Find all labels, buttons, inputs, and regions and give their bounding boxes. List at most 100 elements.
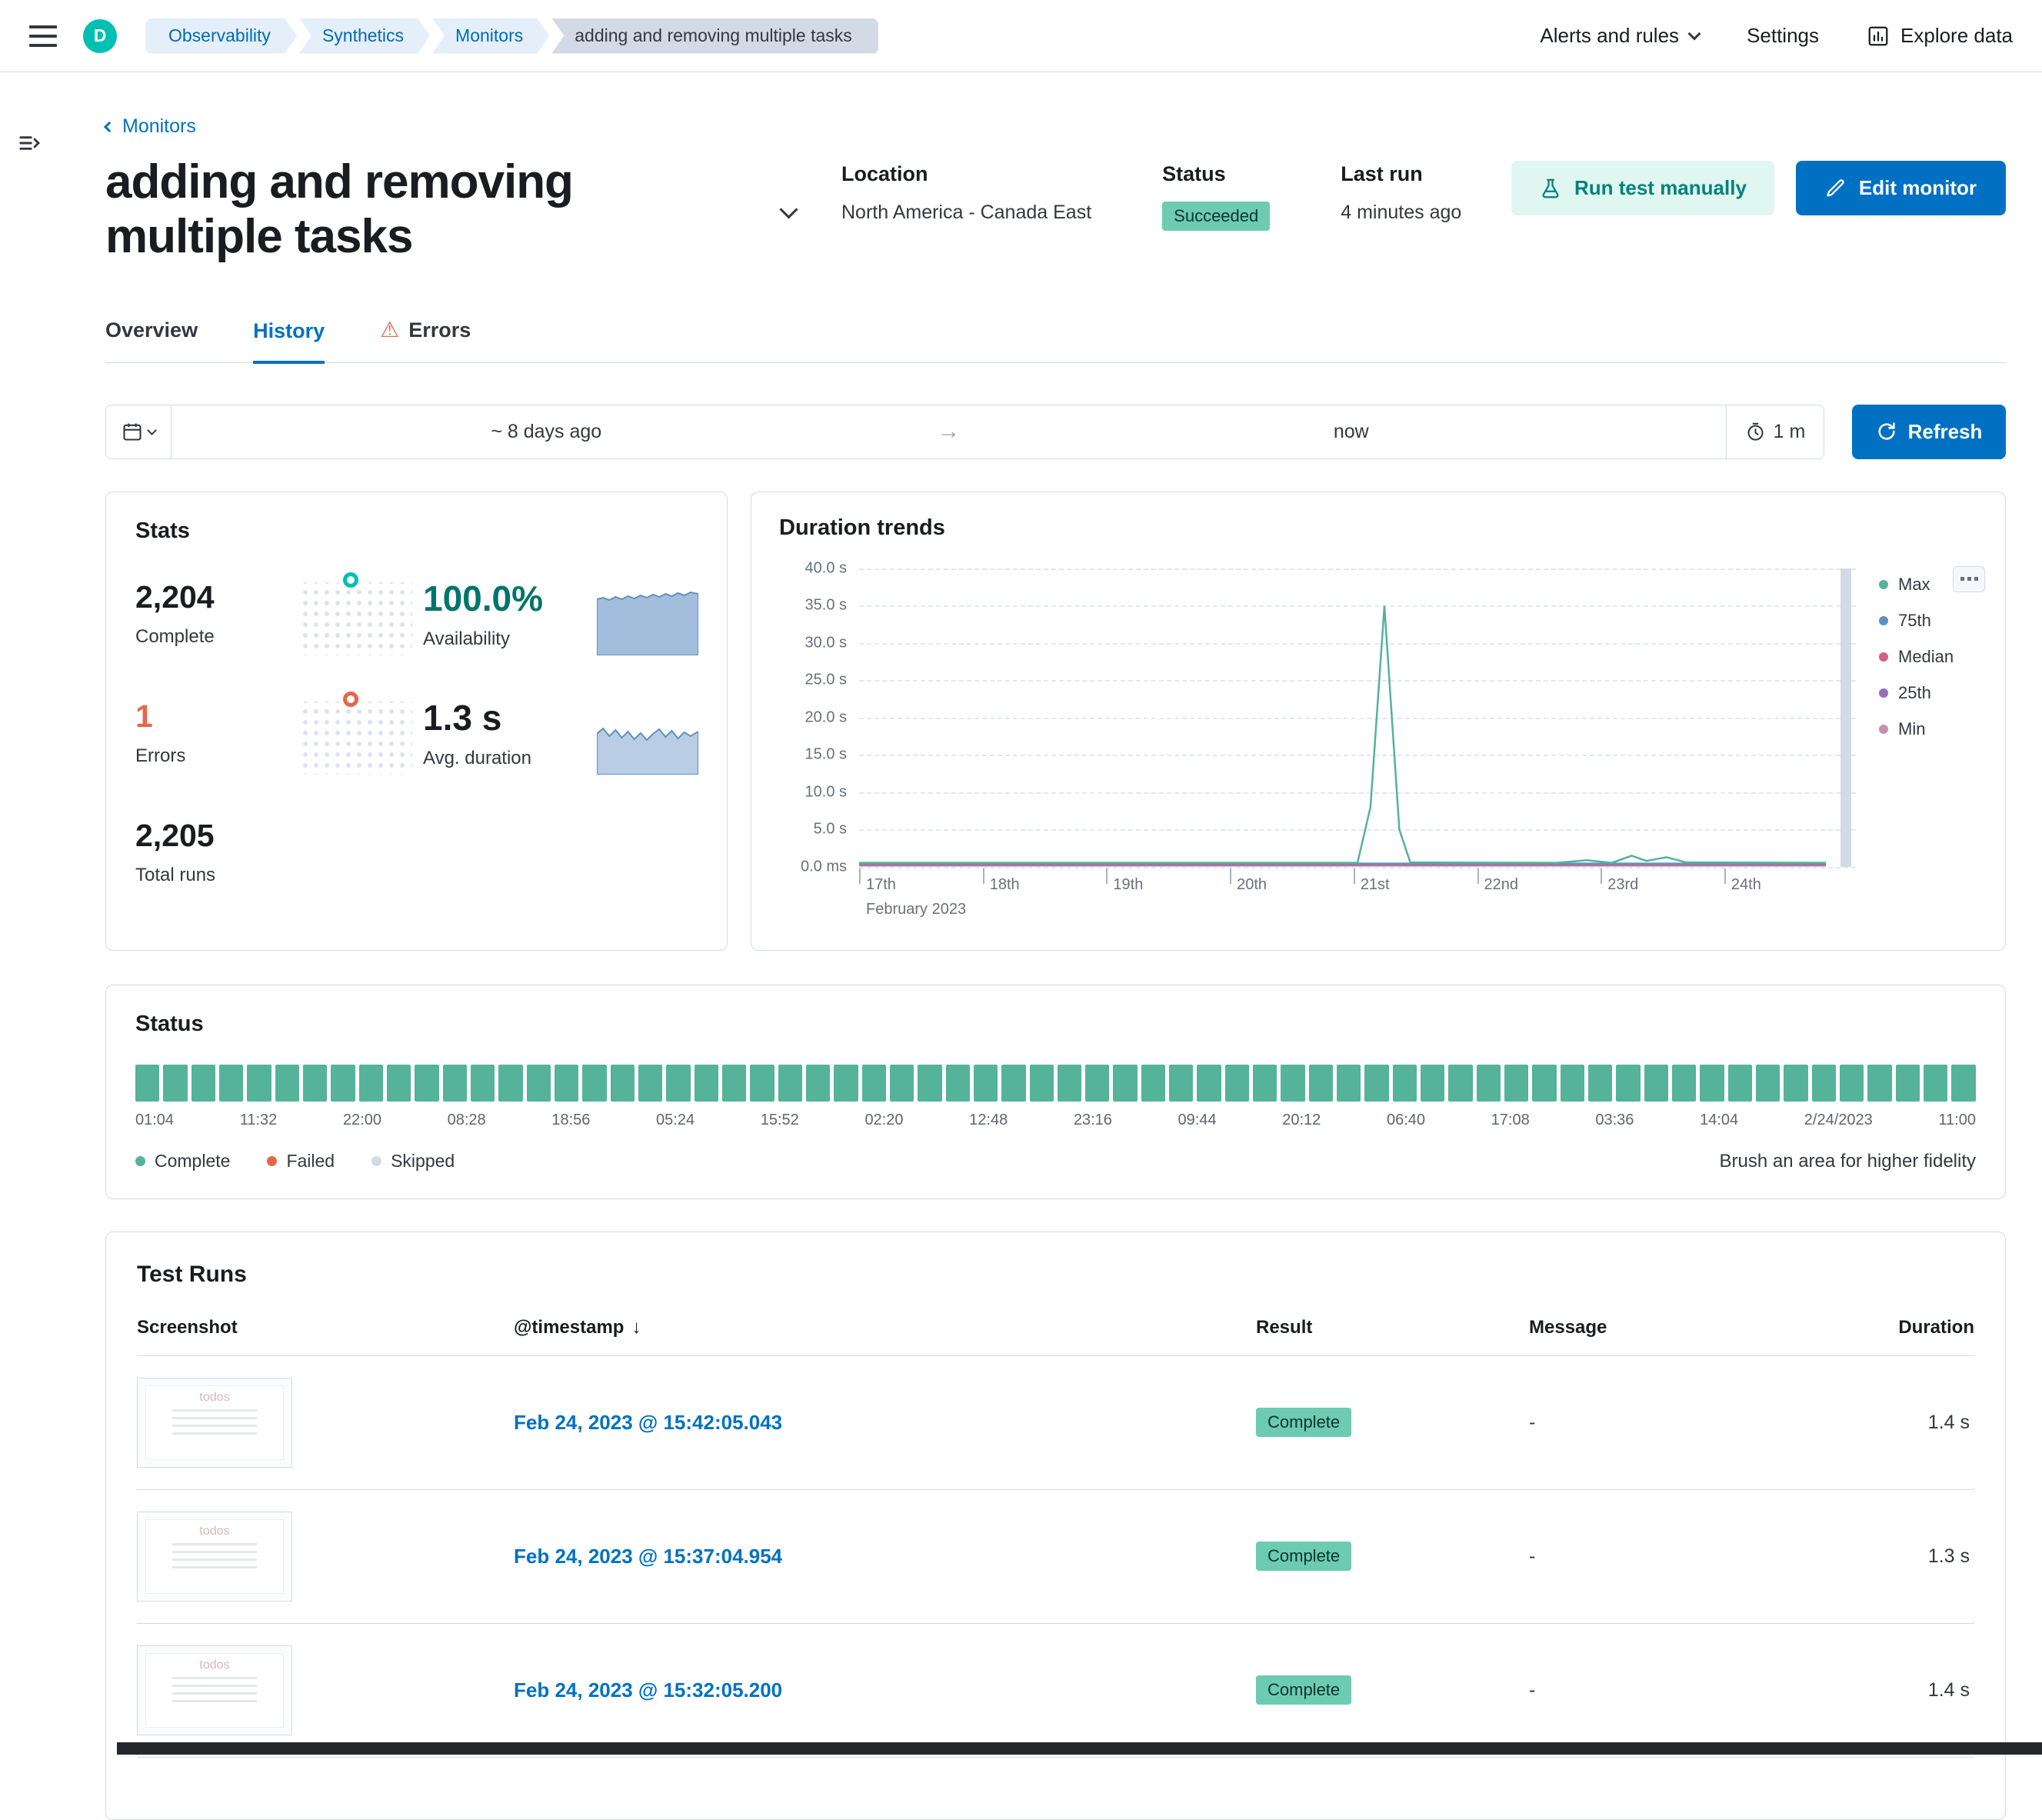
column-timestamp[interactable]: @timestamp↓ [514, 1317, 1256, 1338]
tab-errors[interactable]: ⚠Errors [380, 318, 471, 362]
legend-dot-icon [1879, 688, 1888, 698]
run-test-label: Run test manually [1574, 176, 1747, 200]
thumbnail-line [172, 1543, 257, 1545]
result-cell: Complete [1256, 1408, 1529, 1437]
status-legend: CompleteFailedSkipped [135, 1151, 455, 1172]
message-value: - [1529, 1545, 1760, 1568]
thumbnail-line [172, 1417, 257, 1419]
tab-overview[interactable]: Overview [105, 318, 198, 362]
edit-monitor-button[interactable]: Edit monitor [1796, 161, 2006, 215]
chevron-down-icon [147, 425, 157, 435]
legend-item-25th[interactable]: 25th [1879, 683, 1977, 703]
stat-avg-duration-label: Avg. duration [423, 748, 597, 769]
status-time-label: 03:36 [1595, 1112, 1634, 1129]
column-result: Result [1256, 1317, 1529, 1338]
back-link-label: Monitors [122, 115, 196, 138]
legend-item-min[interactable]: Min [1879, 719, 1977, 739]
screenshot-thumbnail[interactable]: todos [137, 1645, 292, 1735]
thumbnail-app-title: todos [199, 1525, 229, 1538]
menu-icon[interactable] [29, 25, 57, 47]
status-time-label: 14:04 [1700, 1112, 1738, 1129]
run-test-manually-button[interactable]: Run test manually [1511, 161, 1774, 215]
status-label: Status [1162, 162, 1270, 186]
avatar[interactable]: D [83, 19, 117, 53]
stat-total-runs-value: 2,205 [135, 819, 298, 852]
screenshot-thumbnail[interactable]: todos [137, 1512, 292, 1602]
refresh-label: Refresh [1908, 420, 1983, 444]
status-bar [1896, 1065, 1920, 1102]
thumbnail-line [172, 1558, 257, 1561]
calendar-icon [122, 421, 143, 442]
tab-history[interactable]: History [253, 318, 325, 364]
thumbnail-line [172, 1425, 257, 1427]
test-runs-title: Test Runs [137, 1262, 1974, 1288]
status-bar [1113, 1065, 1137, 1102]
refresh-button[interactable]: Refresh [1852, 405, 2006, 459]
thumbnail-line [172, 1566, 257, 1568]
x-tick-label: 24th [1724, 876, 1761, 894]
stat-total-runs: 2,205 Total runs [135, 819, 298, 886]
explore-data-link[interactable]: Explore data [1867, 24, 2013, 48]
legend-dot-icon [1879, 616, 1888, 625]
test-runs-header: Screenshot @timestamp↓ Result Message Du… [137, 1317, 1974, 1356]
status-time-label: 22:00 [343, 1112, 381, 1129]
back-to-monitors-link[interactable]: Monitors [105, 115, 196, 138]
timestamp-link[interactable]: Feb 24, 2023 @ 15:32:05.200 [514, 1678, 1256, 1702]
monitor-select-chevron-icon[interactable] [779, 200, 798, 218]
stat-complete-label: Complete [135, 626, 298, 648]
status-bar [778, 1065, 802, 1102]
page-bottom-edge [117, 1742, 2042, 1755]
thumbnail-line [172, 1432, 257, 1435]
screenshot-cell: todos [137, 1645, 514, 1735]
legend-dot-icon [1879, 652, 1888, 662]
status-bar [1030, 1065, 1054, 1102]
expand-nav-icon[interactable] [15, 128, 45, 158]
series-max [859, 605, 1826, 862]
thumbnail-line [172, 1409, 257, 1412]
x-tick-label: 22nd [1477, 876, 1519, 894]
availability-mini-chart [597, 582, 698, 655]
quick-select-button[interactable] [105, 405, 172, 459]
duration-marker-icon [343, 692, 358, 707]
chart-icon [1867, 25, 1890, 48]
status-bar [1058, 1065, 1081, 1102]
end-date-field[interactable]: now [977, 405, 1727, 459]
status-time-label: 23:16 [1074, 1112, 1112, 1129]
status-bar [359, 1065, 383, 1102]
breadcrumb-observability[interactable]: Observability [145, 18, 297, 54]
date-picker-bar: ~ 8 days ago → now 1 m Refresh [105, 405, 2006, 459]
x-tick-label: 20th [1230, 876, 1267, 894]
settings-link[interactable]: Settings [1747, 24, 1819, 48]
status-bar [1588, 1065, 1612, 1102]
status-footer: CompleteFailedSkipped Brush an area for … [135, 1151, 1976, 1172]
chart-options-icon[interactable] [1953, 566, 1985, 592]
plot-column: February 2023 17th18th19th20th21st22nd23… [859, 568, 1856, 927]
legend-item-median[interactable]: Median [1879, 647, 1977, 667]
screenshot-cell: todos [137, 1378, 514, 1468]
edit-monitor-label: Edit monitor [1859, 176, 1977, 200]
timer-icon [1745, 422, 1766, 442]
main-content: Monitors adding and removing multiple ta… [60, 72, 2042, 1820]
status-title: Status [135, 1012, 1976, 1037]
screenshot-thumbnail[interactable]: todos [137, 1378, 292, 1468]
y-tick-label: 30.0 s [805, 634, 847, 652]
status-bar [750, 1065, 774, 1102]
breadcrumb-monitors[interactable]: Monitors [432, 18, 549, 54]
refresh-icon [1876, 421, 1897, 442]
duration-value: 1.4 s [1760, 1679, 1974, 1702]
breadcrumb-synthetics[interactable]: Synthetics [299, 18, 430, 54]
legend-dot-icon [1879, 580, 1888, 589]
timestamp-link[interactable]: Feb 24, 2023 @ 15:42:05.043 [514, 1411, 1256, 1435]
status-panel: Status 01:0411:3222:0008:2818:5605:2415:… [105, 985, 2006, 1199]
status-bars[interactable] [135, 1065, 1976, 1102]
trends-plot[interactable] [859, 568, 1856, 867]
status-bar [695, 1065, 718, 1102]
start-date-field[interactable]: ~ 8 days ago [172, 405, 921, 459]
refresh-interval-button[interactable]: 1 m [1726, 405, 1824, 459]
alerts-and-rules-menu[interactable]: Alerts and rules [1540, 24, 1699, 48]
breadcrumb-current: adding and removing multiple tasks [551, 18, 878, 54]
status-bar [192, 1065, 215, 1102]
legend-item-75th[interactable]: 75th [1879, 611, 1977, 631]
timestamp-link[interactable]: Feb 24, 2023 @ 15:37:04.954 [514, 1545, 1256, 1568]
x-tick-label: 18th [983, 876, 1020, 894]
